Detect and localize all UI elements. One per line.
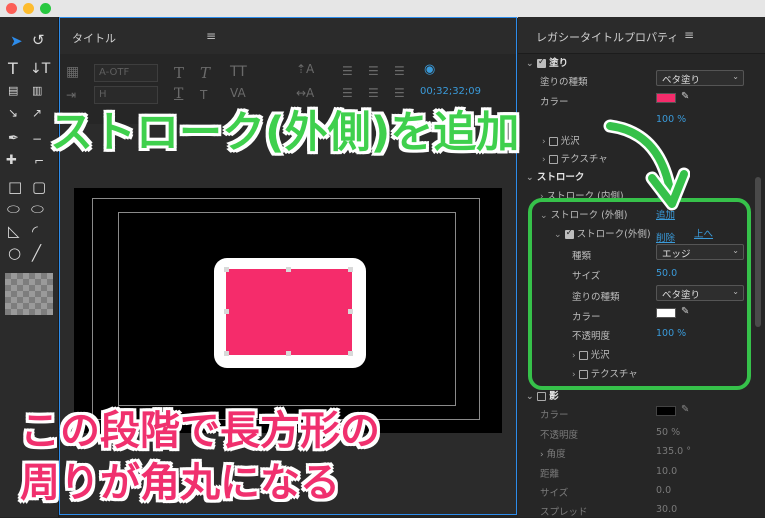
baseline-shift-icon[interactable]: ⇡A [296, 62, 314, 76]
bottom-caption-line2: 周りが角丸になる [20, 460, 340, 506]
chevron-down-icon: ⌄ [732, 72, 739, 81]
shadow-size-label: サイズ [540, 488, 569, 499]
bold-icon[interactable]: T [174, 64, 184, 82]
timecode-display[interactable]: 00;32;32;09 [420, 86, 481, 97]
vertical-type-tool-icon[interactable]: ↓T [30, 61, 50, 77]
window-title-bar [0, 0, 765, 18]
rotation-tool-icon[interactable]: ↺ [32, 32, 45, 48]
resize-handle[interactable] [224, 267, 229, 272]
fill-color-swatch[interactable] [656, 93, 676, 103]
delete-anchor-tool-icon[interactable]: − [32, 131, 42, 147]
chevron-right-icon: › [542, 137, 546, 147]
sheen-row[interactable]: › 光沢 [542, 133, 580, 147]
bottom-caption-line1: この段階で長方形の [20, 408, 380, 454]
highlight-box [528, 198, 751, 390]
align-center-icon[interactable]: ☰ [368, 64, 379, 78]
shadow-color-swatch[interactable] [656, 406, 676, 416]
sheen-checkbox[interactable] [548, 137, 558, 146]
leading-icon[interactable]: TT [230, 64, 247, 80]
fill-checkbox[interactable] [536, 57, 546, 68]
shadow-distance-value[interactable]: 10.0 [656, 466, 677, 477]
stroke-section-header[interactable]: ⌄ ストローク [526, 169, 584, 183]
fill-color-label: カラー [540, 97, 569, 108]
wedge-tool-icon[interactable]: ◺ [8, 223, 20, 239]
shadow-spread-label: スプレッド [540, 507, 588, 518]
resize-handle[interactable] [348, 309, 353, 314]
texture-row[interactable]: › テクスチャ [542, 151, 608, 165]
shadow-opacity-label: 不透明度 [540, 430, 579, 441]
shadow-size-value[interactable]: 0.0 [656, 485, 671, 496]
shadow-opacity-value[interactable]: 50 % [656, 427, 680, 438]
line-tool-icon[interactable]: ╱ [32, 245, 41, 261]
chevron-down-icon: ⌄ [526, 59, 534, 69]
clipped-rectangle-tool-icon[interactable]: ⬭ [7, 201, 20, 217]
shadow-color-label: カラー [540, 410, 569, 421]
italic-icon[interactable]: T [200, 64, 210, 82]
align-left-icon[interactable]: ☰ [342, 64, 353, 78]
chevron-down-icon: ⌄ [526, 173, 534, 183]
fill-type-select[interactable]: ベタ塗り ⌄ [656, 70, 744, 86]
shadow-distance-label: 距離 [540, 469, 560, 480]
resize-handle[interactable] [224, 309, 229, 314]
title-canvas[interactable] [74, 188, 502, 433]
resize-handle[interactable] [224, 351, 229, 356]
font-family-value: A-OTF [99, 67, 130, 78]
rounded-rectangle-tool-icon[interactable]: ▢ [32, 179, 46, 195]
stroke-header-label: ストローク [536, 172, 585, 183]
properties-panel-tab[interactable]: レガシータイトルプロパティ [536, 29, 678, 45]
add-anchor-tool-icon[interactable]: ✚ [6, 153, 17, 169]
shadow-angle-value[interactable]: 135.0 ° [656, 446, 691, 457]
selection-tool-icon[interactable]: ➤ [10, 33, 23, 49]
zoom-window-button[interactable] [40, 3, 51, 14]
shadow-angle-label: 角度 [546, 449, 566, 460]
area-type-tool-icon[interactable]: ▤ [8, 83, 18, 99]
resize-handle[interactable] [348, 351, 353, 356]
film-strip-icon[interactable]: ▦ [66, 64, 79, 80]
properties-scrollbar[interactable] [755, 177, 761, 327]
vertical-area-type-tool-icon[interactable]: ▥ [32, 83, 42, 99]
shadow-header-label: 影 [549, 391, 559, 402]
align-right-icon[interactable]: ☰ [394, 64, 405, 78]
vertical-path-type-tool-icon[interactable]: ↗ [32, 105, 42, 121]
show-background-video-icon[interactable]: ◉ [424, 62, 435, 77]
annotation-arrow [603, 119, 690, 211]
chevron-right-icon: › [540, 450, 544, 460]
fill-type-label: 塗りの種類 [540, 77, 588, 88]
arc-tool-icon[interactable]: ◜ [32, 223, 38, 239]
style-preview-swatch [5, 273, 53, 315]
font-family-select[interactable]: A-OTF [94, 64, 158, 82]
resize-handle[interactable] [286, 267, 291, 272]
top-caption: ストローク(外側)を追加 [50, 108, 520, 158]
pen-tool-icon[interactable]: ✒ [8, 131, 19, 147]
eyedropper-icon[interactable]: ✎ [681, 91, 689, 102]
ellipse-tool-icon[interactable]: ○ [8, 245, 21, 261]
rectangle-shape[interactable] [226, 269, 352, 355]
sheen-label: 光沢 [560, 136, 580, 147]
shadow-angle-row: › 角度 [540, 446, 566, 460]
chevron-down-icon: ⌄ [526, 392, 534, 402]
resize-handle[interactable] [348, 267, 353, 272]
resize-handle[interactable] [286, 351, 291, 356]
minimize-window-button[interactable] [23, 3, 34, 14]
fill-type-value: ベタ塗り [662, 75, 701, 86]
properties-menu-icon[interactable]: ≡ [684, 28, 694, 42]
fill-section-header[interactable]: ⌄ 塗り [526, 55, 568, 69]
close-window-button[interactable] [6, 3, 17, 14]
fill-header-label: 塗り [549, 58, 569, 69]
title-panel-tab[interactable]: タイトル [72, 30, 116, 46]
rounded-corner-tool-icon[interactable]: ⬭ [31, 201, 44, 217]
shadow-checkbox[interactable] [536, 392, 546, 401]
shadow-spread-value[interactable]: 30.0 [656, 504, 677, 515]
convert-anchor-tool-icon[interactable]: ⌐ [34, 153, 44, 169]
chevron-right-icon: › [542, 155, 546, 165]
rectangle-tool-icon[interactable]: □ [8, 179, 22, 195]
type-tool-icon[interactable]: T [8, 61, 18, 77]
texture-checkbox[interactable] [548, 155, 558, 164]
path-type-tool-icon[interactable]: ↘ [8, 105, 18, 121]
eyedropper-icon[interactable]: ✎ [681, 404, 689, 415]
panel-menu-icon[interactable]: ≡ [206, 29, 216, 43]
properties-panel-header: レガシータイトルプロパティ ≡ [518, 17, 765, 54]
shadow-section-header[interactable]: ⌄ 影 [526, 388, 559, 402]
